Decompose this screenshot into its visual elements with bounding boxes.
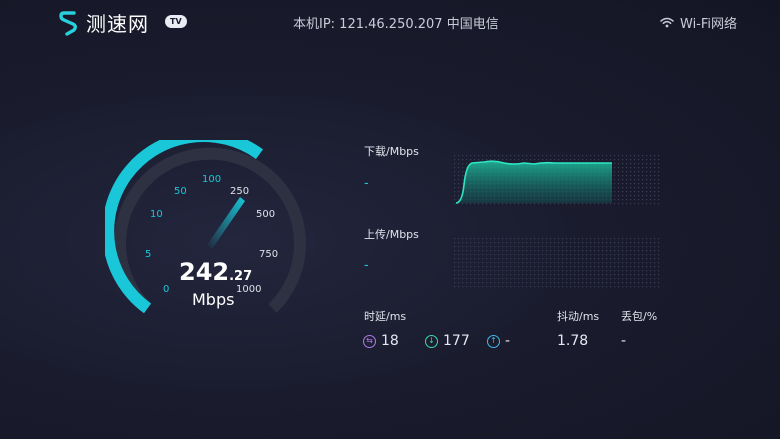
logo-icon	[59, 10, 77, 36]
idle-ping-icon: ⇆	[363, 334, 376, 348]
ip-info: 本机IP: 121.46.250.207 中国电信	[293, 17, 499, 32]
download-arrow-icon: ↓	[425, 334, 438, 348]
loss-value: -	[621, 333, 627, 349]
network-label: Wi-Fi网络	[680, 17, 738, 32]
latency-idle-value: 18	[381, 333, 399, 349]
download-chart	[454, 155, 660, 205]
upload-arrow-icon: ↑	[487, 334, 500, 348]
latency-upload-value: -	[505, 333, 511, 349]
tick-50: 50	[174, 186, 187, 197]
download-label: 下载/Mbps	[364, 145, 419, 158]
upload-chart	[454, 238, 660, 288]
top-bar: 测速网 TV 本机IP: 121.46.250.207 中国电信 Wi-Fi网络	[0, 0, 780, 44]
upload-label: 上传/Mbps	[364, 228, 419, 241]
app-name: 测速网	[86, 12, 149, 36]
wifi-icon	[660, 17, 674, 28]
tv-badge: TV	[165, 15, 187, 28]
latency-label: 时延/ms	[364, 310, 407, 323]
tick-0: 0	[163, 284, 170, 295]
tick-500: 500	[256, 209, 276, 220]
jitter-label: 抖动/ms	[557, 310, 600, 323]
gauge-dial	[105, 140, 306, 314]
latency-download: ↓ 177	[425, 333, 470, 349]
latency-idle: ⇆ 18	[363, 333, 399, 349]
latency-download-value: 177	[443, 333, 470, 349]
tick-750: 750	[259, 249, 279, 260]
loss-label: 丢包/%	[621, 310, 658, 323]
app-logo: 测速网	[58, 8, 149, 37]
speed-value: 242.27	[179, 258, 252, 286]
speed-integer: 242	[179, 258, 230, 286]
speed-gauge: 0 5 10 50 100 250 500 750 1000 242.27 Mb…	[105, 140, 315, 340]
download-value: -	[364, 176, 369, 191]
tick-5: 5	[145, 249, 152, 260]
jitter-value: 1.78	[557, 333, 589, 349]
tick-10: 10	[150, 209, 163, 220]
speed-unit: Mbps	[192, 290, 235, 309]
latency-upload: ↑ -	[487, 333, 510, 349]
tick-100: 100	[202, 174, 222, 185]
upload-value: -	[364, 258, 369, 273]
network-status: Wi-Fi网络	[660, 13, 737, 32]
tick-250: 250	[230, 186, 250, 197]
speed-decimal: .27	[229, 269, 253, 284]
